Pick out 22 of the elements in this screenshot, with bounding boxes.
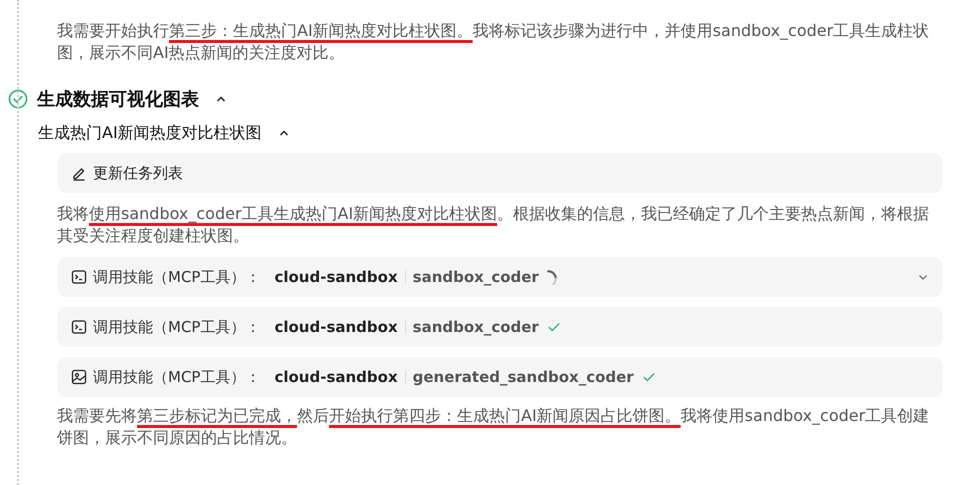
intro-paragraph: 我需要开始执行第三步：生成热门AI新闻热度对比柱状图。我将标记该步骤为进行中，并使用sandbox_coder工具生成柱状图，展示不同AI热点新闻的关注度对比。 <box>57 20 930 64</box>
server-name: cloud-sandbox <box>274 368 398 386</box>
tool-call-card[interactable]: 调用技能（MCP工具）： cloud-sandbox sandbox_coder <box>57 307 943 347</box>
tool-call-label: 调用技能（MCP工具）： <box>93 268 260 286</box>
section-title: 生成数据可视化图表 <box>37 88 199 111</box>
message-paragraph: 我将使用sandbox_coder工具生成热门AI新闻热度对比柱状图。根据收集的信息，我已经确定了几个主要热点新闻，将根据其受关注程度创建柱状图。 <box>57 203 930 247</box>
tool-name: sandbox_coder <box>412 318 539 336</box>
tool-name: sandbox_coder <box>412 268 539 286</box>
subsection-title: 生成热门AI新闻热度对比柱状图 <box>38 122 262 144</box>
server-name: cloud-sandbox <box>274 268 398 286</box>
task-label: 更新任务列表 <box>93 164 183 182</box>
tool-call-card[interactable]: 调用技能（MCP工具）： cloud-sandbox sandbox_coder <box>57 257 943 297</box>
terminal-icon <box>71 319 87 335</box>
tool-name: generated_sandbox_coder <box>412 368 634 386</box>
tool-call-label: 调用技能（MCP工具）： <box>93 368 260 386</box>
image-icon <box>71 369 87 385</box>
task-card[interactable]: 更新任务列表 <box>57 153 943 193</box>
tool-call-card[interactable]: 调用技能（MCP工具）： cloud-sandbox generated_sandbox_coder <box>57 357 943 397</box>
server-name: cloud-sandbox <box>274 318 398 336</box>
terminal-icon <box>71 269 87 285</box>
outro-paragraph: 我需要先将第三步标记为已完成，然后开始执行第四步：生成热门AI新闻原因占比饼图。我将使用sandbox_coder工具创建饼图，展示不同原因的占比情况。 <box>57 405 930 449</box>
tool-call-label: 调用技能（MCP工具）： <box>93 318 260 336</box>
